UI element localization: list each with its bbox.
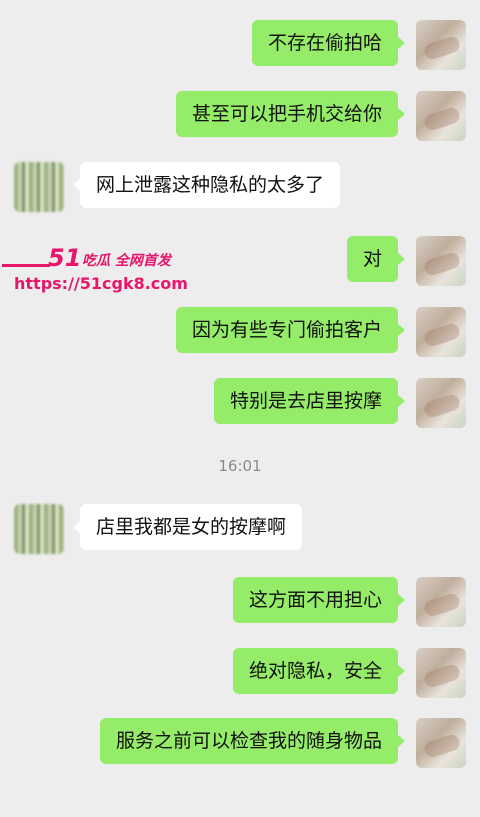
avatar-contact[interactable] <box>14 504 64 554</box>
avatar-self[interactable] <box>416 378 466 428</box>
message-row: 不存在偷拍哈 <box>0 18 480 78</box>
avatar-contact[interactable] <box>14 162 64 212</box>
message-bubble-sent[interactable]: 因为有些专门偷拍客户 <box>175 307 406 353</box>
message-bubble-sent[interactable]: 这方面不用担心 <box>232 577 406 623</box>
message-bubble-sent[interactable]: 对 <box>346 236 406 282</box>
watermark: 51 吃瓜 全网首发 https://51cgk8.com <box>2 244 202 293</box>
message-row: 店里我都是女的按摩啊 <box>0 502 480 562</box>
message-timestamp: 16:01 <box>218 457 262 475</box>
avatar-self[interactable] <box>416 236 466 286</box>
message-row: 网上泄露这种隐私的太多了 <box>0 160 480 220</box>
message-row: 特别是去店里按摩 <box>0 376 480 436</box>
avatar-self[interactable] <box>416 20 466 70</box>
message-bubble-sent[interactable]: 绝对隐私，安全 <box>232 648 406 694</box>
message-bubble-sent[interactable]: 特别是去店里按摩 <box>213 378 406 424</box>
message-bubble-sent[interactable]: 服务之前可以检查我的随身物品 <box>99 718 406 764</box>
watermark-url: https://51cgk8.com <box>14 274 188 293</box>
message-row: 绝对隐私，安全 <box>0 646 480 706</box>
avatar-self[interactable] <box>416 577 466 627</box>
avatar-self[interactable] <box>416 648 466 698</box>
message-row: 甚至可以把手机交给你 <box>0 89 480 149</box>
message-row: 这方面不用担心 <box>0 575 480 635</box>
avatar-self[interactable] <box>416 91 466 141</box>
message-bubble-received[interactable]: 网上泄露这种隐私的太多了 <box>72 162 341 208</box>
message-row: 因为有些专门偷拍客户 <box>0 305 480 365</box>
avatar-self[interactable] <box>416 718 466 768</box>
message-row: 服务之前可以检查我的随身物品 <box>0 716 480 776</box>
watermark-tagline: 吃瓜 全网首发 <box>82 253 171 269</box>
message-bubble-sent[interactable]: 不存在偷拍哈 <box>251 20 406 66</box>
message-bubble-sent[interactable]: 甚至可以把手机交给你 <box>175 91 406 137</box>
message-bubble-received[interactable]: 店里我都是女的按摩啊 <box>72 504 303 550</box>
watermark-logo: 51 <box>48 244 82 272</box>
avatar-self[interactable] <box>416 307 466 357</box>
watermark-line <box>2 264 50 267</box>
